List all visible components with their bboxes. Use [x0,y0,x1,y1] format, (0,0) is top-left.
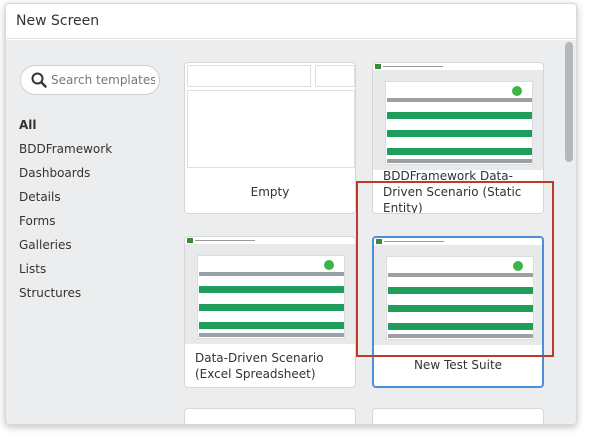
preview-panel [197,255,345,339]
preview-logo [376,239,382,244]
check-icon [324,260,334,270]
preview-title-line [383,66,443,67]
category-lists[interactable]: Lists [19,257,112,281]
template-label: New Test Suite [413,357,503,372]
preview-green-bar [199,322,344,329]
preview-panel [386,256,534,340]
category-bddframework[interactable]: BDDFramework [19,137,112,161]
scenario-preview [185,237,355,344]
dialog-titlebar: New Screen [6,4,576,39]
preview-gray-bar [387,159,532,163]
preview-topbar [374,238,542,245]
template-card-data-driven-excel[interactable]: Data-Driven Scenario (Excel Spreadsheet) [184,236,356,388]
preview-topbar [185,237,355,244]
template-thumbnail [374,238,542,345]
preview-gray-bar [199,333,344,337]
preview-logo [375,64,381,69]
search-icon [31,72,47,88]
preview-gray-bar [387,98,532,102]
dialog-content: All BDDFramework Dashboards Details Form… [6,40,576,424]
preview-title-line [384,241,444,242]
preview-green-bar [388,287,533,294]
scenario-preview [373,63,543,170]
preview-green-bar [387,112,532,119]
search-input[interactable] [51,70,155,90]
preview-panel [385,81,533,165]
preview-green-bar [387,148,532,155]
template-label: Data-Driven Scenario (Excel Spreadsheet) [195,350,324,381]
new-screen-dialog: New Screen All BDDFramework Dashboards D… [5,3,577,425]
preview-green-bar [199,304,344,311]
template-label: BDDFramework Data-Driven Scenario (Stati… [383,168,522,214]
template-thumbnail [373,63,543,170]
preview-header-block [187,65,311,87]
preview-green-bar [199,286,344,293]
template-card-bddframework-data-driven[interactable]: BDDFramework Data-Driven Scenario (Stati… [372,62,544,214]
template-label: Empty [250,184,290,199]
check-icon [512,86,522,96]
template-thumbnail [185,63,355,170]
dialog-title: New Screen [16,13,100,29]
preview-topbar [373,63,543,70]
preview-header-side-block [315,65,355,87]
category-details[interactable]: Details [19,185,112,209]
category-dashboards[interactable]: Dashboards [19,161,112,185]
category-forms[interactable]: Forms [19,209,112,233]
category-list: All BDDFramework Dashboards Details Form… [19,113,112,305]
preview-green-bar [387,130,532,137]
search-box[interactable] [20,65,160,95]
vertical-scrollbar[interactable] [565,42,573,422]
category-galleries[interactable]: Galleries [19,233,112,257]
preview-body-block [187,90,355,168]
template-thumbnail [185,237,355,344]
empty-preview [185,63,355,170]
check-icon [513,261,523,271]
preview-green-bar [388,305,533,312]
preview-gray-bar [199,272,344,276]
preview-title-line [195,240,255,241]
preview-gray-bar [388,273,533,277]
category-all[interactable]: All [19,113,112,137]
template-card-partial[interactable] [184,408,356,424]
template-card-new-test-suite[interactable]: New Test Suite [372,236,544,388]
preview-green-bar [388,323,533,330]
template-card-partial[interactable] [372,408,544,424]
preview-logo [187,238,193,243]
scenario-preview [374,238,542,345]
preview-gray-bar [388,334,533,338]
scrollbar-thumb[interactable] [565,42,573,162]
template-card-empty[interactable]: Empty [184,62,356,214]
category-structures[interactable]: Structures [19,281,112,305]
